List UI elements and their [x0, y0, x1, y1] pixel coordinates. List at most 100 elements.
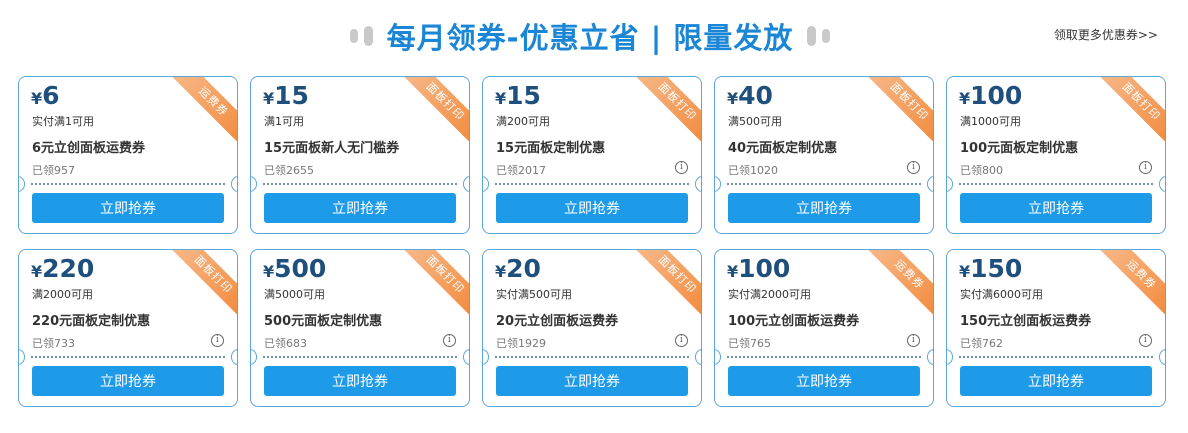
info-icon[interactable]: i	[675, 334, 688, 347]
claim-coupon-button[interactable]: 立即抢券	[496, 193, 688, 223]
info-icon[interactable]: i	[907, 161, 920, 174]
coupon-tag: 面板打印	[401, 77, 469, 146]
coupon-tag: 运费券	[1097, 250, 1165, 319]
coupon-notch	[251, 349, 257, 365]
coupon-divider	[31, 356, 225, 358]
currency-symbol: ¥	[727, 262, 739, 281]
currency-symbol: ¥	[495, 262, 507, 281]
coupon-name: 20元立创面板运费券	[496, 314, 619, 329]
more-coupons-link[interactable]: 领取更多优惠券>>	[1054, 26, 1158, 43]
coupon-price: ¥100	[727, 254, 790, 283]
coupon-card: 运费券 ¥100 实付满2000可用 100元立创面板运费券 已领765 i 立即抢券	[714, 249, 934, 407]
claim-coupon-button[interactable]: 立即抢券	[32, 193, 224, 223]
title-decoration-left	[363, 26, 373, 46]
coupon-amount: 150	[970, 254, 1023, 283]
coupon-card: 面板打印 ¥20 实付满500可用 20元立创面板运费券 已领1929 i 立即抢券	[482, 249, 702, 407]
coupon-name: 15元面板定制优惠	[496, 141, 606, 156]
coupon-price: ¥15	[495, 81, 541, 110]
currency-symbol: ¥	[263, 89, 275, 108]
claimed-count: 已领957	[32, 164, 75, 177]
coupon-amount: 20	[506, 254, 541, 283]
coupon-condition: 满1可用	[264, 115, 304, 128]
claimed-count: 已领683	[264, 337, 307, 350]
coupon-notch	[927, 176, 933, 192]
coupon-notch	[695, 176, 701, 192]
coupon-notch	[1159, 349, 1165, 365]
coupon-card: 运费券 ¥6 实付满1可用 6元立创面板运费券 已领957 立即抢券	[18, 76, 238, 234]
coupon-amount: 6	[42, 81, 60, 110]
claimed-count: 已领2017	[496, 164, 546, 177]
coupon-divider	[263, 183, 457, 185]
currency-symbol: ¥	[263, 262, 275, 281]
claimed-count: 已领2655	[264, 164, 314, 177]
title-bar: 每月领券-优惠立省 | 限量发放	[350, 14, 831, 58]
info-icon[interactable]: i	[907, 334, 920, 347]
coupon-notch	[947, 176, 953, 192]
claim-coupon-button[interactable]: 立即抢券	[728, 366, 920, 396]
coupon-price: ¥40	[727, 81, 773, 110]
currency-symbol: ¥	[495, 89, 507, 108]
coupon-amount: 500	[274, 254, 327, 283]
info-icon[interactable]: i	[1139, 334, 1152, 347]
currency-symbol: ¥	[31, 262, 43, 281]
claim-coupon-button[interactable]: 立即抢券	[264, 193, 456, 223]
coupon-price: ¥15	[263, 81, 309, 110]
info-icon[interactable]: i	[443, 334, 456, 347]
claim-coupon-button[interactable]: 立即抢券	[728, 193, 920, 223]
coupon-notch	[927, 349, 933, 365]
coupon-divider	[495, 356, 689, 358]
coupon-amount: 220	[42, 254, 95, 283]
coupon-tag: 面板打印	[633, 77, 701, 146]
claim-coupon-button[interactable]: 立即抢券	[496, 366, 688, 396]
coupon-condition: 实付满1可用	[32, 115, 94, 128]
coupon-condition: 满1000可用	[960, 115, 1021, 128]
coupon-condition: 实付满6000可用	[960, 288, 1043, 301]
coupon-condition: 满2000可用	[32, 288, 93, 301]
coupon-tag: 面板打印	[865, 77, 933, 146]
currency-symbol: ¥	[31, 89, 43, 108]
coupon-name: 100元面板定制优惠	[960, 141, 1079, 156]
coupon-condition: 满5000可用	[264, 288, 325, 301]
coupon-divider	[727, 356, 921, 358]
coupon-condition: 实付满2000可用	[728, 288, 811, 301]
coupon-notch	[231, 176, 237, 192]
coupon-price: ¥6	[31, 81, 60, 110]
coupon-divider	[31, 183, 225, 185]
coupon-divider	[959, 183, 1153, 185]
coupon-name: 220元面板定制优惠	[32, 314, 151, 329]
page-title: 每月领券-优惠立省 | 限量发放	[386, 21, 794, 55]
title-decoration-right	[822, 29, 831, 43]
coupon-notch	[695, 349, 701, 365]
coupon-price: ¥150	[959, 254, 1022, 283]
claim-coupon-button[interactable]: 立即抢券	[32, 366, 224, 396]
info-icon[interactable]: i	[1139, 161, 1152, 174]
coupon-name: 15元面板新人无门槛券	[264, 141, 400, 156]
coupon-tag: 面板打印	[401, 250, 469, 319]
coupon-card: 面板打印 ¥40 满500可用 40元面板定制优惠 已领1020 i 立即抢券	[714, 76, 934, 234]
claimed-count: 已领1929	[496, 337, 546, 350]
coupon-notch	[715, 349, 721, 365]
currency-symbol: ¥	[727, 89, 739, 108]
info-icon[interactable]: i	[675, 161, 688, 174]
coupon-divider	[495, 183, 689, 185]
coupon-condition: 实付满500可用	[496, 288, 572, 301]
claim-coupon-button[interactable]: 立即抢券	[960, 366, 1152, 396]
coupon-card: 运费券 ¥150 实付满6000可用 150元立创面板运费券 已领762 i 立即抢券	[946, 249, 1166, 407]
coupon-notch	[1159, 176, 1165, 192]
coupon-tag: 面板打印	[1097, 77, 1165, 146]
claim-coupon-button[interactable]: 立即抢券	[264, 366, 456, 396]
coupon-notch	[463, 349, 469, 365]
coupon-card: 面板打印 ¥15 满200可用 15元面板定制优惠 已领2017 i 立即抢券	[482, 76, 702, 234]
info-icon[interactable]: i	[211, 334, 224, 347]
coupon-notch	[251, 176, 257, 192]
currency-symbol: ¥	[959, 262, 971, 281]
coupon-notch	[715, 176, 721, 192]
claimed-count: 已领733	[32, 337, 75, 350]
coupon-card: 面板打印 ¥220 满2000可用 220元面板定制优惠 已领733 i 立即抢券	[18, 249, 238, 407]
coupon-tag: 运费券	[865, 250, 933, 319]
coupon-price: ¥500	[263, 254, 326, 283]
claim-coupon-button[interactable]: 立即抢券	[960, 193, 1152, 223]
coupon-tag: 面板打印	[633, 250, 701, 319]
title-decoration-right	[807, 26, 817, 46]
coupon-name: 6元立创面板运费券	[32, 141, 146, 156]
